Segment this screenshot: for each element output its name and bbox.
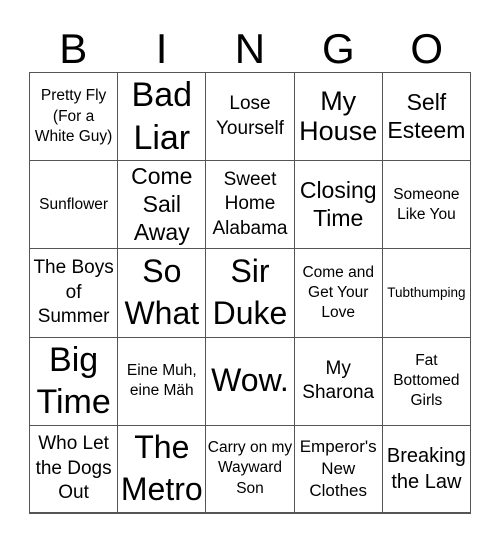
- bingo-cell[interactable]: Big Time: [30, 337, 119, 426]
- bingo-cell[interactable]: Carry on my Wayward Son: [206, 425, 295, 514]
- cell-text: Fat Bottomed Girls: [393, 351, 460, 410]
- cell-text: Sunflower: [39, 195, 109, 213]
- cell-text: Carry on my Wayward Son: [207, 438, 293, 498]
- bingo-cell[interactable]: Bad Liar: [118, 73, 207, 162]
- bingo-cell[interactable]: Sunflower: [30, 161, 119, 250]
- header-letter-n: N: [234, 25, 266, 72]
- bingo-cell[interactable]: My Sharona: [294, 337, 383, 426]
- cell-text: Who Let the Dogs Out: [35, 432, 112, 504]
- cell-text: Closing Time: [299, 177, 377, 231]
- cell-text: Eine Muh, eine Mäh: [126, 362, 197, 400]
- cell-text: Sir Duke: [212, 253, 288, 331]
- header-letter-o: O: [410, 25, 444, 72]
- bingo-cell[interactable]: The Boys of Summer: [30, 249, 119, 338]
- header-letter-g: G: [322, 25, 355, 72]
- cell-text: The Metro: [120, 429, 203, 507]
- bingo-cell[interactable]: Eine Muh, eine Mäh: [118, 337, 207, 426]
- bingo-cell[interactable]: Closing Time: [294, 161, 383, 250]
- cell-text: Wow.: [211, 362, 289, 399]
- bingo-cell[interactable]: Tubthumping: [382, 249, 471, 338]
- bingo-cell[interactable]: Emperor's New Clothes: [294, 425, 383, 514]
- bingo-cell[interactable]: My House: [294, 73, 383, 162]
- bingo-cell[interactable]: Someone Like You: [382, 161, 471, 250]
- bingo-cell[interactable]: Come Sail Away: [118, 161, 207, 250]
- cell-text: Big Time: [36, 340, 111, 422]
- bingo-cell[interactable]: Pretty Fly (For a White Guy): [30, 73, 119, 162]
- bingo-cell[interactable]: Sweet Home Alabama: [206, 161, 295, 250]
- bingo-cell[interactable]: Who Let the Dogs Out: [30, 425, 119, 514]
- cell-text: Come Sail Away: [131, 163, 193, 245]
- header-letter-i: I: [155, 25, 168, 72]
- bingo-board: Pretty Fly (For a White Guy) Bad Liar Lo…: [29, 72, 471, 514]
- cell-text: Someone Like You: [393, 185, 460, 223]
- bingo-cell[interactable]: Sir Duke: [206, 249, 295, 338]
- bingo-cell[interactable]: The Metro: [118, 425, 207, 514]
- cell-text: So What: [124, 253, 200, 331]
- cell-text: Emperor's New Clothes: [299, 436, 377, 500]
- cell-text: My House: [299, 85, 378, 146]
- bingo-cell[interactable]: Come and Get Your Love: [294, 249, 383, 338]
- bingo-cell[interactable]: Wow.: [206, 337, 295, 426]
- bingo-cell[interactable]: So What: [118, 249, 207, 338]
- cell-text: Come and Get Your Love: [302, 263, 374, 322]
- cell-text: Lose Yourself: [216, 92, 284, 139]
- bingo-cell[interactable]: Fat Bottomed Girls: [382, 337, 471, 426]
- header-letter-b: B: [59, 25, 88, 72]
- cell-text: Pretty Fly (For a White Guy): [34, 87, 113, 145]
- cell-text: My Sharona: [302, 357, 375, 404]
- bingo-header: B I N G O: [29, 26, 471, 72]
- cell-text: Breaking the Law: [386, 444, 466, 493]
- cell-text: Bad Liar: [131, 76, 193, 157]
- bingo-cell[interactable]: Self Esteem: [382, 73, 471, 162]
- bingo-cell[interactable]: Breaking the Law: [382, 425, 471, 514]
- cell-text: Self Esteem: [387, 89, 466, 143]
- cell-text: The Boys of Summer: [33, 256, 114, 328]
- cell-text: Sweet Home Alabama: [212, 168, 288, 240]
- cell-text: Tubthumping: [387, 284, 466, 300]
- bingo-cell[interactable]: Lose Yourself: [206, 73, 295, 162]
